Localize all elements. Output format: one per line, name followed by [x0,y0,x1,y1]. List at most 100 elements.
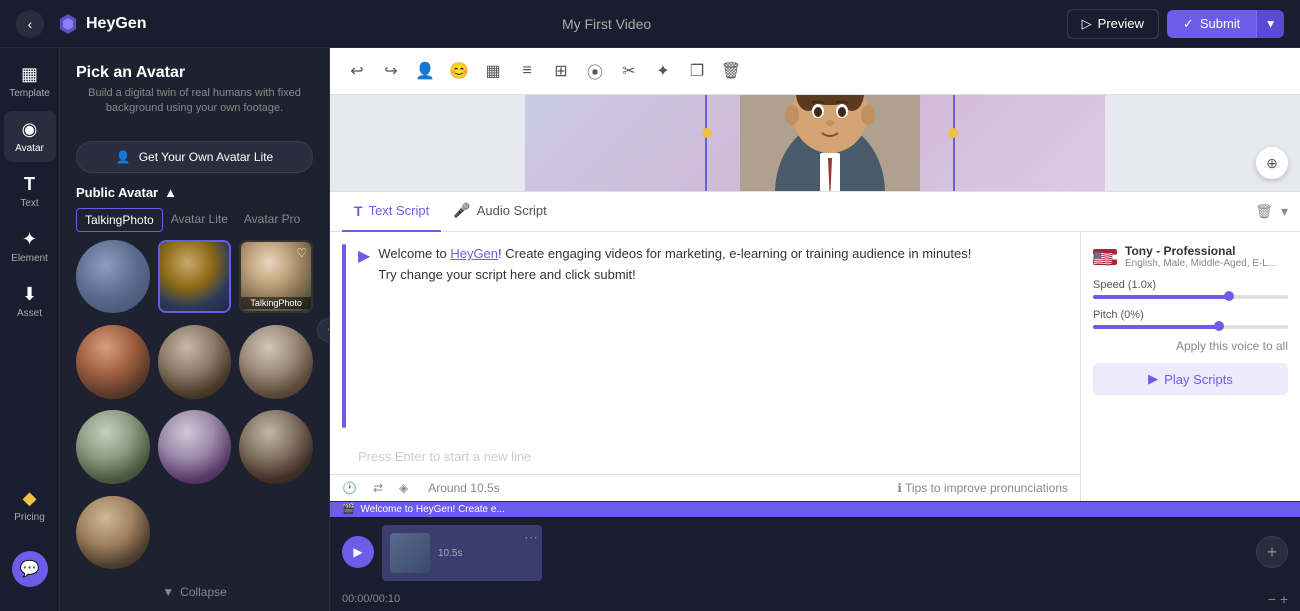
pitch-slider-thumb[interactable] [1214,321,1224,331]
sidebar-item-text[interactable]: T Text [4,166,56,217]
zoom-button[interactable]: ⊕ [1256,147,1288,179]
avatar-item[interactable] [239,325,313,399]
voice-info: 🇺🇸 Tony - Professional English, Male, Mi… [1093,244,1288,269]
avatar-item-selected[interactable] [158,240,232,314]
handle-right-mid[interactable] [948,128,958,138]
back-button[interactable]: ‹ [16,10,44,38]
heygen-link[interactable]: HeyGen [450,246,498,261]
grid-button[interactable]: ▦ [478,56,508,86]
tab-audio-script[interactable]: 🎤 Audio Script [441,192,559,232]
grid-icon: ▦ [485,61,500,81]
timeline-play-button[interactable]: ▶ [342,536,374,568]
play-scripts-button[interactable]: ▶ Play Scripts [1093,363,1288,395]
sidebar-item-pricing[interactable]: ◆ Pricing [4,480,56,531]
scissors-icon: ✂ [622,61,635,81]
tips-button[interactable]: ℹ Tips to improve pronunciations [897,481,1068,495]
avatar-item[interactable] [76,410,150,484]
speed-slider-thumb[interactable] [1224,291,1234,301]
submit-dropdown-button[interactable]: ▾ [1256,10,1284,38]
collapse-row[interactable]: ▼ Collapse [60,573,329,611]
person-icon: 👤 [415,61,435,81]
sidebar-item-element[interactable]: ✦ Element [4,221,56,272]
tab-avatar-pro[interactable]: Avatar Pro [236,208,308,232]
sidebar-item-template[interactable]: ▦ Template [4,56,56,107]
delete-button[interactable]: 🗑 [716,56,746,86]
scissors-button[interactable]: ✂ [614,56,644,86]
timeline-track: ▶ 10.5s ⋯ + [330,517,1300,587]
timeline-content: 10.5s ⋯ [382,523,1248,581]
avatar-on-canvas[interactable]: ▶ [705,95,955,191]
avatar-panel-header: Pick an Avatar Build a digital twin of r… [60,48,329,133]
avatar-item[interactable] [239,410,313,484]
sidebar-item-asset[interactable]: ⬇ Asset [4,276,56,327]
sidebar-item-label: Pricing [14,512,45,523]
thumbnail-fill [390,533,430,573]
submit-button[interactable]: ✓ Submit [1167,10,1256,38]
sidebar-item-avatar[interactable]: ◉ Avatar [4,111,56,162]
topbar-right: ▷ Preview ✓ Submit ▾ [1067,9,1284,39]
trash-script-icon: 🗑 [1255,203,1273,219]
avatar-item-talking-photo[interactable]: ♡ TalkingPhoto [239,240,313,314]
avatar-thumbnail [160,242,230,312]
avatar-toolbar-button[interactable]: 👤 [410,56,440,86]
avatar-item[interactable] [76,325,150,399]
preview-button[interactable]: ▷ Preview [1067,9,1159,39]
zoom-in-button[interactable]: + [1280,591,1288,607]
topbar-left: ‹ HeyGen [16,10,146,38]
crop-button[interactable]: ⦿ [580,56,610,86]
avatar-item[interactable] [158,325,232,399]
undo-button[interactable]: ↩ [342,56,372,86]
zoom-icon: ⊕ [1266,155,1278,172]
layers-button[interactable]: ⊞ [546,56,576,86]
timeline-clip[interactable]: 10.5s ⋯ [382,525,542,581]
script-placeholder: Press Enter to start a new line [358,449,531,464]
collapse-script-button[interactable]: ▾ [1281,203,1288,220]
tab-avatar-lite[interactable]: Avatar Lite [163,208,236,232]
copy-button[interactable]: ❐ [682,56,712,86]
timeline-add-button[interactable]: + [1256,536,1288,568]
translate-button[interactable]: ⇄ [373,481,383,495]
tab-talking-photo[interactable]: TalkingPhoto [76,208,163,232]
avatar-item[interactable] [158,410,232,484]
text-script-label: Text Script [369,203,430,218]
pitch-slider[interactable] [1093,325,1288,329]
avatar-thumbnail [76,325,150,399]
canvas-viewport[interactable]: ▶ ⊕ [330,95,1300,191]
delete-script-button[interactable]: 🗑 [1255,203,1273,220]
sidebar-item-label: Element [11,253,48,264]
pitch-label: Pitch (0%) [1093,309,1288,321]
avatar-item[interactable] [76,240,150,314]
handle-left-mid[interactable] [702,128,712,138]
zoom-out-button[interactable]: − [1268,591,1276,607]
speed-slider[interactable] [1093,295,1288,299]
emoji-button[interactable]: 😊 [444,56,474,86]
clip-menu-icon[interactable]: ⋯ [524,529,538,546]
collapse-icon: ▼ [162,585,174,599]
play-indicator-icon: ▶ [358,246,370,266]
avatar-tabs: TalkingPhoto Avatar Lite Avatar Pro [60,208,329,240]
apply-voice-link[interactable]: Apply this voice to all [1093,339,1288,353]
star-icon: ✦ [656,61,669,81]
ai-icon: ◈ [399,481,408,495]
redo-button[interactable]: ↪ [376,56,406,86]
add-icon: + [1267,542,1278,563]
ai-button[interactable]: ◈ [399,481,408,495]
project-name: My First Video [562,16,651,32]
script-actions: 🗑 ▾ [1255,203,1288,220]
pricing-icon: ◆ [23,488,37,509]
submit-label: Submit [1200,16,1240,31]
topbar: ‹ HeyGen My First Video ▷ Preview ✓ Subm… [0,0,1300,48]
lines-button[interactable]: ≡ [512,56,542,86]
chevron-down-icon: ▾ [1267,16,1274,31]
script-text[interactable]: Welcome to HeyGen! Create engaging video… [378,244,1068,286]
asset-icon: ⬇ [22,284,37,305]
sidebar-item-chat[interactable]: 💬 [4,543,56,595]
canvas-area: ↩ ↪ 👤 😊 ▦ ≡ ⊞ ⦿ ✂ ✦ ❐ 🗑 [330,48,1300,611]
tab-text-script[interactable]: T Text Script [342,192,441,232]
chevron-up-icon: ▲ [164,185,177,200]
script-placeholder-row: Press Enter to start a new line [330,440,1080,474]
star-button[interactable]: ✦ [648,56,678,86]
avatar-item[interactable] [76,496,150,570]
get-avatar-button[interactable]: 👤 Get Your Own Avatar Lite [76,141,313,173]
script-text-container: ▶ Welcome to HeyGen! Create engaging vid… [346,232,1080,440]
